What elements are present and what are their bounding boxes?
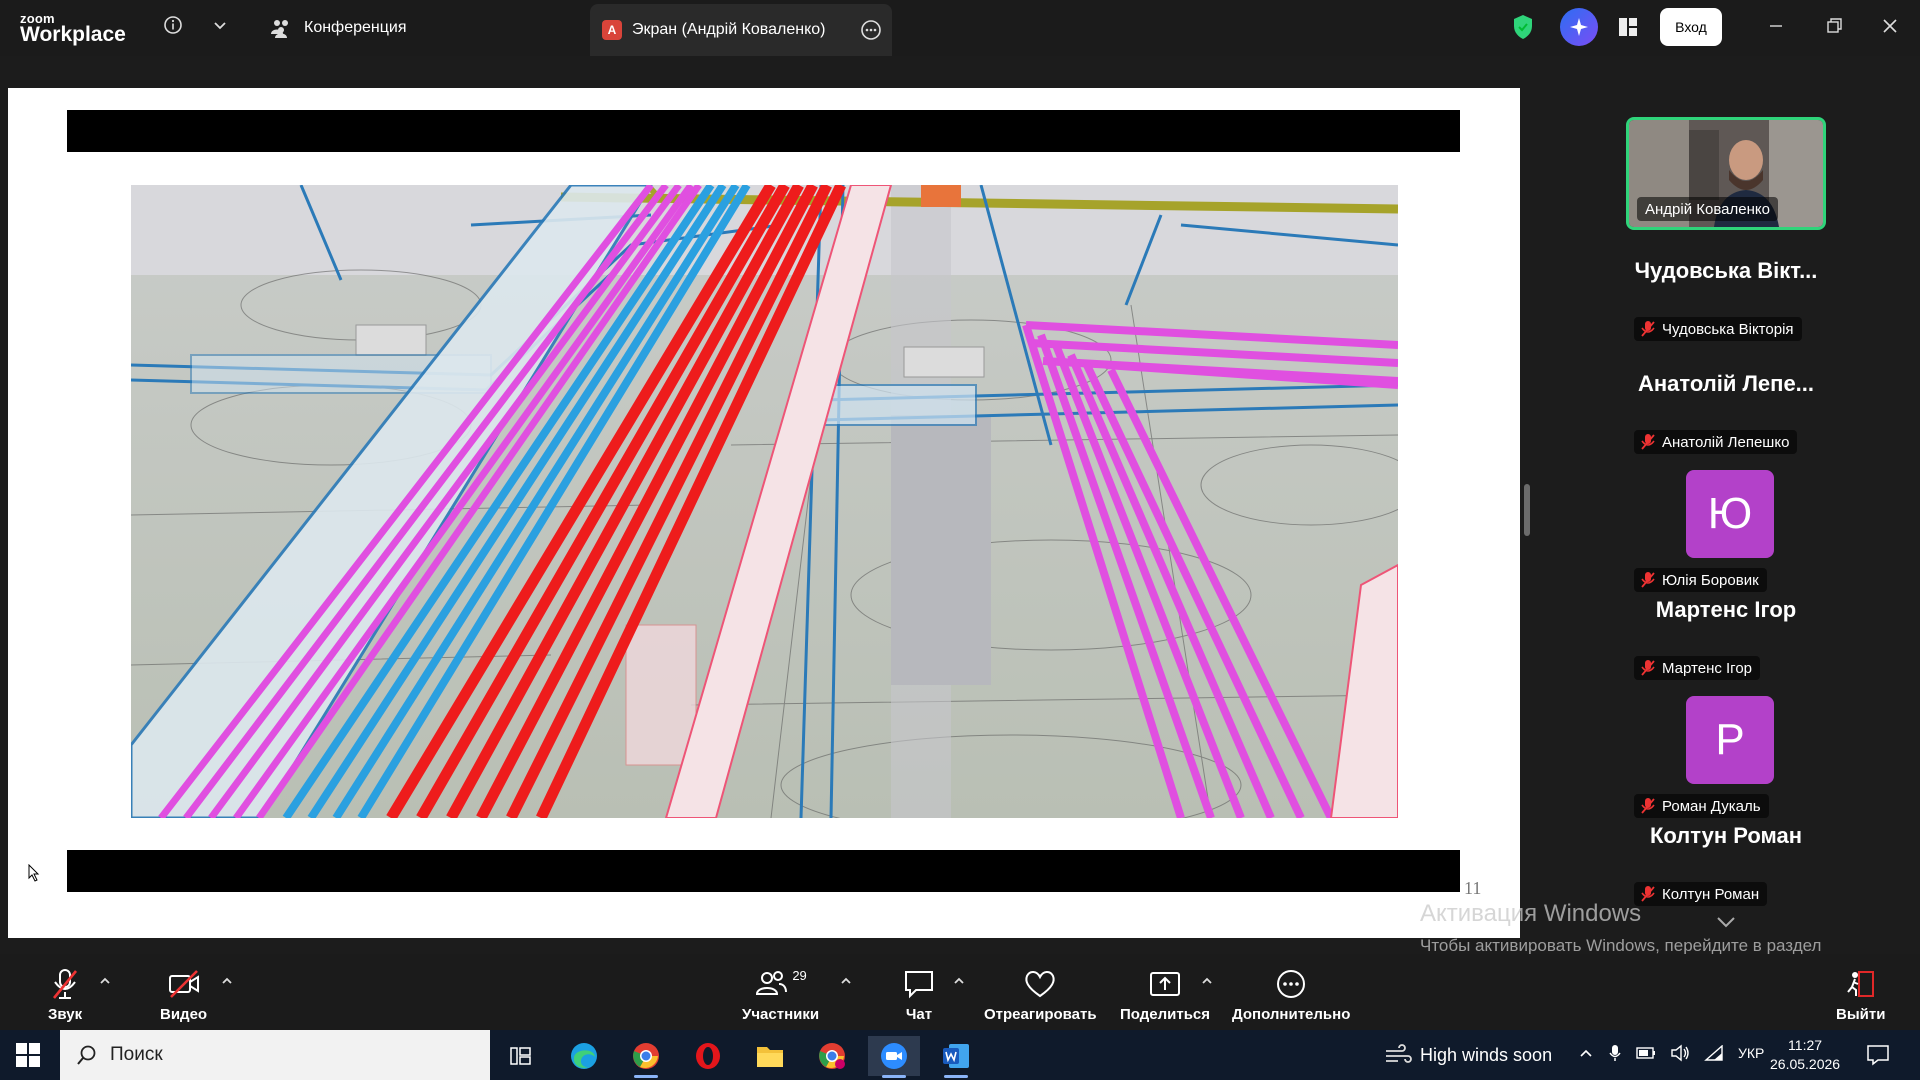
bim-ducts-render-image xyxy=(131,185,1398,818)
video-options-caret-icon[interactable] xyxy=(220,974,234,988)
participant-tile[interactable]: Р Роман Дукаль xyxy=(1626,695,1826,818)
participant-name-tag: Анатолій Лепешко xyxy=(1634,430,1798,454)
participant-display-name: Чудовська Вікт... xyxy=(1634,258,1818,283)
file-explorer-icon[interactable] xyxy=(744,1036,796,1076)
encryption-shield-icon[interactable] xyxy=(1512,14,1534,40)
chrome-browser-icon[interactable] xyxy=(620,1036,672,1078)
layout-panel-icon[interactable] xyxy=(1617,16,1639,38)
video-off-icon xyxy=(168,970,199,998)
participant-display-name: Анатолій Лепе... xyxy=(1637,371,1815,396)
participant-display-name: Мартенс Ігор xyxy=(1655,597,1797,622)
participant-avatar: Ю xyxy=(1686,470,1774,558)
wifi-icon[interactable] xyxy=(1704,1045,1724,1061)
minimize-icon[interactable] xyxy=(1764,14,1788,38)
participant-tile[interactable]: Ю Юлія Боровик xyxy=(1626,469,1826,592)
audio-button[interactable]: Звук xyxy=(48,968,82,1023)
participant-tile-active-speaker[interactable]: Андрій Коваленко xyxy=(1626,117,1826,230)
system-tray: УКР xyxy=(1578,1044,1764,1062)
muted-mic-icon xyxy=(1641,434,1655,450)
slide-page-number: 11 xyxy=(1464,878,1482,898)
participants-icon xyxy=(756,971,788,995)
presentation-slide: 11 xyxy=(8,88,1520,938)
microphone-icon[interactable] xyxy=(1608,1044,1622,1062)
chevron-up-icon[interactable] xyxy=(1578,1045,1594,1061)
weather-widget[interactable]: High winds soon xyxy=(1384,1043,1552,1067)
participants-button[interactable]: 29 Участники xyxy=(742,968,819,1023)
taskbar-search-input[interactable]: Поиск xyxy=(60,1030,490,1080)
participant-tile[interactable]: Чудовська Вікт... Чудовська Вікторія xyxy=(1626,234,1826,347)
mouse-cursor-icon xyxy=(28,864,40,882)
tab-conference-label: Конференция xyxy=(304,19,407,36)
more-options-icon[interactable] xyxy=(860,19,882,41)
chrome-profile-icon[interactable] xyxy=(806,1036,858,1076)
muted-mic-icon xyxy=(53,969,78,999)
participant-tile[interactable]: Анатолій Лепе... Анатолій Лепешко xyxy=(1626,347,1826,460)
windows-start-icon[interactable] xyxy=(16,1043,40,1067)
leave-icon xyxy=(1846,971,1874,997)
info-icon[interactable] xyxy=(162,14,184,36)
slide-bottom-bar xyxy=(67,850,1460,892)
participants-count: 29 xyxy=(792,968,807,983)
participant-name-tag: Мартенс Ігор xyxy=(1634,656,1761,680)
muted-mic-icon xyxy=(1641,321,1655,337)
wind-icon xyxy=(1386,1044,1412,1063)
sharer-badge: A xyxy=(602,20,622,40)
participant-tile[interactable]: Мартенс Ігор Мартенс Ігор xyxy=(1626,573,1826,686)
more-icon xyxy=(1277,970,1306,998)
leave-meeting-button[interactable]: Выйти xyxy=(1836,968,1885,1023)
meeting-title-bar: zoom Workplace Конференция A Экран (Андр… xyxy=(0,0,1920,56)
task-view-icon[interactable] xyxy=(494,1036,546,1076)
chat-button[interactable]: Чат xyxy=(902,968,936,1023)
more-button[interactable]: Дополнительно xyxy=(1232,968,1350,1023)
zoom-app-icon[interactable] xyxy=(868,1036,920,1078)
taskbar-clock[interactable]: 11:27 26.05.2026 xyxy=(1770,1036,1840,1074)
chat-icon xyxy=(905,971,933,999)
input-language[interactable]: УКР xyxy=(1738,1045,1764,1061)
tab-conference[interactable]: Конференция xyxy=(270,12,407,44)
opera-browser-icon[interactable] xyxy=(682,1036,734,1076)
participant-avatar: Р xyxy=(1686,696,1774,784)
chevron-down-icon[interactable] xyxy=(210,16,230,36)
battery-icon[interactable] xyxy=(1636,1046,1656,1060)
login-button[interactable]: Вход xyxy=(1660,8,1722,46)
word-app-icon[interactable] xyxy=(930,1036,982,1078)
search-icon xyxy=(77,1045,96,1065)
edge-browser-icon[interactable] xyxy=(558,1036,610,1076)
share-options-caret-icon[interactable] xyxy=(1200,974,1214,988)
close-icon[interactable] xyxy=(1878,14,1902,38)
participants-options-caret-icon[interactable] xyxy=(839,974,853,988)
volume-icon[interactable] xyxy=(1670,1044,1690,1062)
chat-options-caret-icon[interactable] xyxy=(952,974,966,988)
restore-icon[interactable] xyxy=(1822,14,1846,38)
share-screen-button[interactable]: Поделиться xyxy=(1120,968,1210,1023)
slide-top-bar xyxy=(67,110,1460,152)
notifications-icon[interactable] xyxy=(1866,1044,1890,1066)
participant-name-tag: Чудовська Вікторія xyxy=(1634,317,1802,341)
people-icon xyxy=(271,20,288,38)
meeting-controls-toolbar: Звук Видео 29 Участники Чат Отреагироват… xyxy=(0,954,1920,1030)
heart-icon xyxy=(1025,971,1055,998)
react-button[interactable]: Отреагировать xyxy=(984,968,1097,1023)
tab-shared-screen-label: Экран (Андрій Коваленко) xyxy=(632,21,826,38)
tab-shared-screen[interactable]: A Экран (Андрій Коваленко) xyxy=(590,4,892,56)
ai-companion-icon[interactable] xyxy=(1560,8,1598,46)
share-screen-icon xyxy=(1150,972,1181,996)
video-button[interactable]: Видео xyxy=(160,968,207,1023)
participant-name-tag: Андрій Коваленко xyxy=(1637,197,1778,221)
participant-display-name: Колтун Роман xyxy=(1649,823,1803,848)
participant-tile[interactable]: Колтун Роман Колтун Роман xyxy=(1626,799,1826,912)
audio-options-caret-icon[interactable] xyxy=(98,974,112,988)
windows-taskbar: Поиск High winds soon УКР 11:27 26.05.20… xyxy=(0,1030,1920,1080)
participants-gallery: Андрій Коваленко Чудовська Вікт... Чудов… xyxy=(1530,56,1920,954)
muted-mic-icon xyxy=(1641,660,1655,676)
zoom-logo: zoom Workplace xyxy=(20,11,126,46)
shared-screen-view[interactable]: 11 xyxy=(0,56,1530,954)
